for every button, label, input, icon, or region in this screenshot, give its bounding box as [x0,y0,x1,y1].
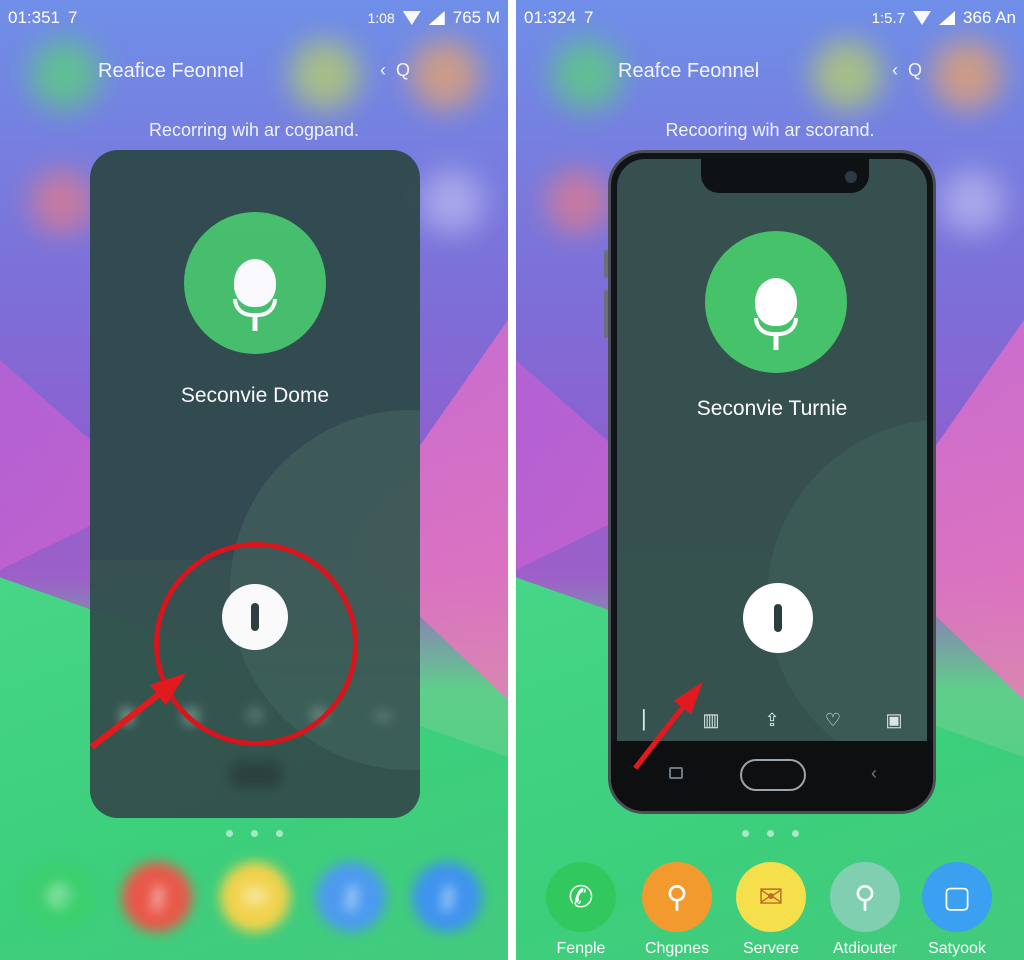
status-time: 01:351 [8,8,60,27]
key-icon: ⚷ [340,880,362,914]
phone-notch [701,159,869,193]
status-extra: 7 [68,8,78,27]
window-icon[interactable]: ▭ [372,706,394,724]
status-right-text: 366 An [963,8,1016,27]
phone-icon: ✆ [46,880,72,914]
bars-icon[interactable]: ▥ [700,711,722,729]
blurred-app-icon [940,170,1004,234]
microphone-button[interactable] [705,231,847,373]
app-dock: ✆ ⚷ ✉ ⚷ ⚷ [0,862,508,960]
status-bar: 01:324 7 1:5.7 366 An [524,6,1016,30]
app-header: Reafce Feonnel ‹ Q [516,58,1024,88]
phone-nav-bar: ‹ [611,741,933,811]
dock-app-mail[interactable]: ✉ Servere [736,862,806,957]
dock-app-phone[interactable]: ✆ [24,862,94,932]
dock-app-mail[interactable]: ✉ [220,862,290,932]
home-pill[interactable] [230,762,282,788]
recording-subtitle: Recorring wih ar cogpand. [148,120,360,140]
search-icon[interactable]: Q [908,60,922,81]
dock-app-key[interactable]: ⚲ Atdiouter [830,862,900,957]
phone-icon: ✆ [568,880,594,914]
status-bar: 01:351 7 1:08 765 M [8,6,500,30]
status-right-text: 765 M [452,8,500,27]
mail-icon: ✉ [242,880,268,914]
phone-mockup: Seconvie Turnie ▏ ▥ ⇪ ♡ ▣ ‹ [608,150,936,814]
dock-app-chat[interactable]: ▢ Satyook [922,862,992,957]
microphone-icon [233,259,277,331]
status-small: 1:08 [367,10,395,26]
status-extra: 7 [584,8,594,27]
app-title: Reafce Feonnel [618,60,760,82]
left-screenshot-panel: 01:351 7 1:08 765 M Reafice Feonnel ‹ Q … [0,0,508,960]
blurred-app-icon [546,170,610,234]
key-icon: ⚷ [146,880,168,914]
wifi-icon [402,11,421,25]
stop-recording-button[interactable] [743,583,813,653]
dock-app-label: Satyook [928,940,986,957]
dock-app-key[interactable]: ⚷ [316,862,386,932]
back-icon[interactable]: ‹ [871,763,877,784]
dock-app-key[interactable]: ⚷ [122,862,192,932]
page-dot[interactable] [225,830,233,837]
microphone-button[interactable] [184,212,326,354]
page-indicator [516,830,1024,837]
key-icon: ⚲ [666,880,688,914]
search-icon[interactable]: Q [396,60,410,81]
dock-app-phone[interactable]: ✆ Fenple [546,862,616,957]
page-dot[interactable] [741,830,749,837]
blurred-app-icon [420,170,484,234]
device-name: Seconvie Turnie [696,397,848,420]
mail-icon: ✉ [758,880,784,914]
recent-apps-icon[interactable] [669,767,683,779]
dock-app-label: Fenple [556,940,606,957]
dock-app-key[interactable]: ⚲ Chgpnes [642,862,712,957]
right-screenshot-panel: 01:324 7 1:5.7 366 An Reafce Feonnel ‹ Q… [516,0,1024,960]
key-icon: ⚷ [436,880,458,914]
signal-icon [428,11,445,25]
highlight-circle [154,542,358,746]
signal-icon [939,11,956,25]
recording-subtitle: Recooring wih ar scorand. [665,120,875,140]
page-dot[interactable] [250,830,258,837]
chat-icon: ▢ [942,880,972,914]
back-icon[interactable]: ‹ [380,60,386,81]
wave-icon[interactable]: ▏ [639,711,661,729]
key-icon: ⚲ [854,880,876,914]
home-button[interactable] [740,759,806,791]
status-time: 01:324 [524,8,576,27]
status-small: 1:5.7 [871,9,906,27]
page-indicator [0,830,508,837]
app-title: Reafice Feonnel [98,60,244,82]
back-icon[interactable]: ‹ [892,60,898,81]
microphone-icon [754,278,798,350]
phone-screen: Seconvie Turnie ▏ ▥ ⇪ ♡ ▣ [617,159,927,741]
page-dot[interactable] [791,830,799,837]
blurred-app-icon [30,170,94,234]
window-icon[interactable]: ▣ [883,711,905,729]
camera-icon [845,171,857,183]
app-header: Reafice Feonnel ‹ Q [0,58,508,88]
share-icon[interactable]: ⇪ [761,711,783,729]
device-name: Seconvie Dome [180,384,330,407]
heart-icon[interactable]: ♡ [822,711,844,729]
page-dot[interactable] [275,830,283,837]
dock-app-key[interactable]: ⚷ [412,862,482,932]
app-dock: ✆ Fenple ⚲ Chgpnes ✉ Servere ⚲ Atdiouter… [516,862,1024,960]
wifi-icon [913,11,932,25]
page-dot[interactable] [766,830,774,837]
panel-divider [508,0,516,960]
